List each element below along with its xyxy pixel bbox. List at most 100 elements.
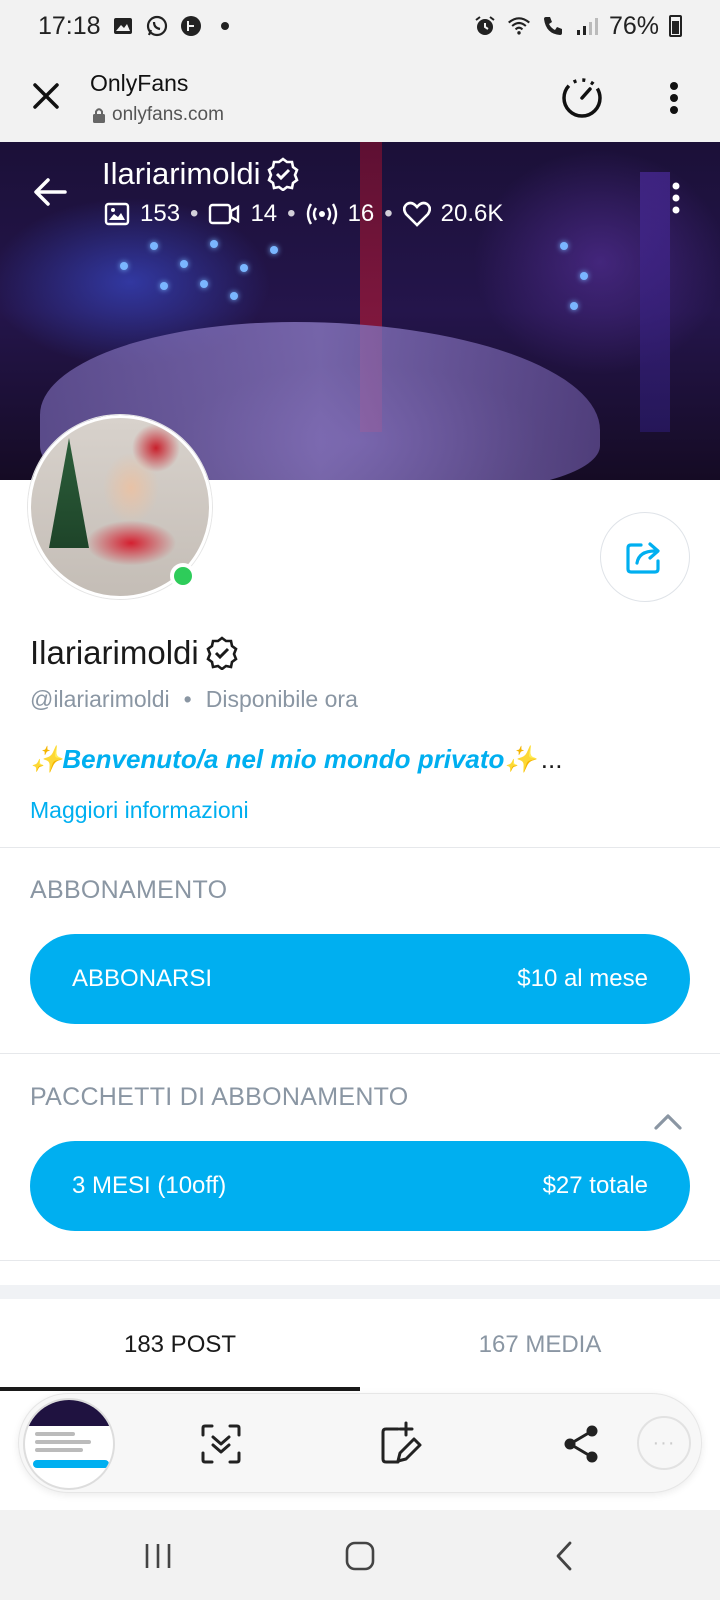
chevron-up-icon bbox=[654, 1114, 682, 1130]
system-navigation-bar bbox=[0, 1510, 720, 1600]
broadcast-icon bbox=[306, 203, 337, 225]
site-title: OnlyFans bbox=[90, 70, 189, 96]
stat-videos: 14 bbox=[208, 200, 277, 228]
tab-media[interactable]: 167 MEDIA bbox=[360, 1299, 720, 1391]
edit-icon bbox=[381, 1421, 422, 1464]
home-icon bbox=[345, 1541, 375, 1571]
stat-streams: 16 bbox=[306, 200, 375, 228]
browser-menu-button[interactable] bbox=[656, 74, 692, 122]
back-nav-button[interactable] bbox=[540, 1532, 588, 1580]
status-right: 76% bbox=[473, 12, 682, 41]
whatsapp-icon bbox=[145, 14, 169, 38]
sparkle-icon: ✨ bbox=[30, 744, 63, 774]
bundle-price: $27 totale bbox=[542, 1172, 648, 1199]
more-vertical-icon bbox=[670, 82, 678, 114]
subscription-title: ABBONAMENTO bbox=[30, 876, 228, 904]
dot-icon bbox=[213, 14, 237, 38]
divider bbox=[0, 1260, 720, 1261]
scroll-capture-icon bbox=[201, 1424, 241, 1464]
timer-icon bbox=[562, 78, 602, 118]
close-icon bbox=[33, 83, 59, 109]
subscribe-button[interactable]: ABBONARSI $10 al mese bbox=[30, 934, 690, 1024]
bundle-button[interactable]: 3 MESI (10off) $27 totale bbox=[30, 1141, 690, 1231]
chevron-left-icon bbox=[556, 1541, 572, 1571]
bundle-label: 3 MESI (10off) bbox=[72, 1172, 227, 1199]
photos-count: 153 bbox=[140, 200, 181, 227]
handle-separator: • bbox=[183, 686, 192, 712]
status-left: 17:18 bbox=[38, 12, 237, 41]
stat-likes: 20.6K bbox=[402, 200, 504, 228]
scroll-capture-button[interactable] bbox=[197, 1420, 245, 1468]
online-status-dot bbox=[170, 563, 196, 589]
signal-icon bbox=[575, 14, 599, 38]
heart-icon bbox=[402, 201, 431, 227]
thumbnail-decor bbox=[35, 1432, 75, 1436]
subscribe-price: $10 al mese bbox=[517, 965, 648, 992]
videos-count: 14 bbox=[250, 200, 278, 227]
video-icon bbox=[209, 203, 240, 225]
alarm-icon bbox=[473, 14, 497, 38]
thumbnail-decor bbox=[35, 1448, 83, 1452]
edit-button[interactable] bbox=[377, 1420, 425, 1468]
status-bar: 17:18 76% bbox=[0, 0, 720, 52]
stat-separator: • bbox=[190, 200, 199, 227]
more-vertical-icon bbox=[672, 182, 680, 214]
bundles-collapse-button[interactable] bbox=[652, 1106, 684, 1138]
divider bbox=[0, 1053, 720, 1054]
stat-photos: 153 bbox=[104, 200, 180, 228]
thumbnail-decor bbox=[35, 1440, 91, 1444]
avatar-decor bbox=[49, 438, 89, 548]
share-profile-button[interactable] bbox=[600, 512, 690, 602]
site-url[interactable]: onlyfans.com bbox=[92, 104, 224, 126]
bundles-title: PACCHETTI DI ABBONAMENTO bbox=[30, 1083, 409, 1111]
profile-name: Ilariarimoldi bbox=[30, 634, 239, 672]
divider bbox=[0, 847, 720, 848]
back-button[interactable] bbox=[30, 172, 70, 212]
bio-text: Benvenuto/a nel mio mondo privato bbox=[62, 744, 505, 774]
content-tabs: 183 POST 167 MEDIA bbox=[0, 1299, 720, 1391]
wifi-icon bbox=[507, 14, 531, 38]
availability-status: Disponibile ora bbox=[205, 686, 358, 712]
share-nodes-icon bbox=[564, 1425, 598, 1463]
section-gap bbox=[0, 1285, 720, 1299]
timer-button[interactable] bbox=[558, 74, 606, 122]
battery-percent: 76% bbox=[608, 11, 659, 40]
verified-icon bbox=[267, 157, 300, 191]
bio-ellipsis: ... bbox=[540, 744, 563, 774]
status-time: 17:18 bbox=[38, 11, 101, 40]
streams-count: 16 bbox=[347, 200, 375, 227]
share-icon bbox=[626, 542, 660, 574]
profile-name-text: Ilariarimoldi bbox=[30, 634, 199, 671]
handle-line: @ilariarimoldi • Disponibile ora bbox=[30, 686, 358, 713]
profile-menu-button[interactable] bbox=[664, 178, 688, 218]
recent-apps-button[interactable] bbox=[134, 1532, 182, 1580]
tab-posts[interactable]: 183 POST bbox=[0, 1299, 360, 1391]
battery-icon bbox=[669, 15, 682, 37]
cover-name: Ilariarimoldi bbox=[102, 156, 300, 192]
thumbnail-decor bbox=[33, 1460, 109, 1468]
subscribe-label: ABBONARSI bbox=[72, 965, 213, 992]
verified-icon bbox=[206, 636, 238, 670]
lock-icon bbox=[93, 108, 105, 123]
cover-stats: 153 • 14 • 16 • 20.6K bbox=[104, 200, 503, 228]
app-icon bbox=[179, 14, 203, 38]
sparkle-icon: ✨ bbox=[504, 744, 537, 774]
share-screenshot-button[interactable] bbox=[557, 1420, 605, 1468]
url-text: onlyfans.com bbox=[112, 104, 224, 125]
more-info-link[interactable]: Maggiori informazioni bbox=[30, 797, 249, 824]
toolbar-more-button[interactable]: ··· bbox=[637, 1416, 691, 1470]
stat-separator: • bbox=[287, 200, 296, 227]
cover-name-text: Ilariarimoldi bbox=[102, 156, 261, 191]
stat-separator: • bbox=[384, 200, 393, 227]
browser-bar: OnlyFans onlyfans.com bbox=[0, 52, 720, 142]
home-button[interactable] bbox=[336, 1532, 384, 1580]
profile-handle: @ilariarimoldi bbox=[30, 686, 170, 712]
screenshot-toolbar: ··· bbox=[18, 1393, 702, 1493]
profile-bio: ✨ Benvenuto/a nel mio mondo privato ✨ ..… bbox=[30, 744, 562, 775]
call-icon bbox=[541, 14, 565, 38]
recent-apps-icon bbox=[145, 1544, 171, 1568]
thumbnail-decor bbox=[25, 1400, 113, 1426]
screenshot-thumbnail[interactable] bbox=[23, 1398, 115, 1490]
likes-count: 20.6K bbox=[440, 200, 504, 227]
close-button[interactable] bbox=[22, 72, 70, 120]
